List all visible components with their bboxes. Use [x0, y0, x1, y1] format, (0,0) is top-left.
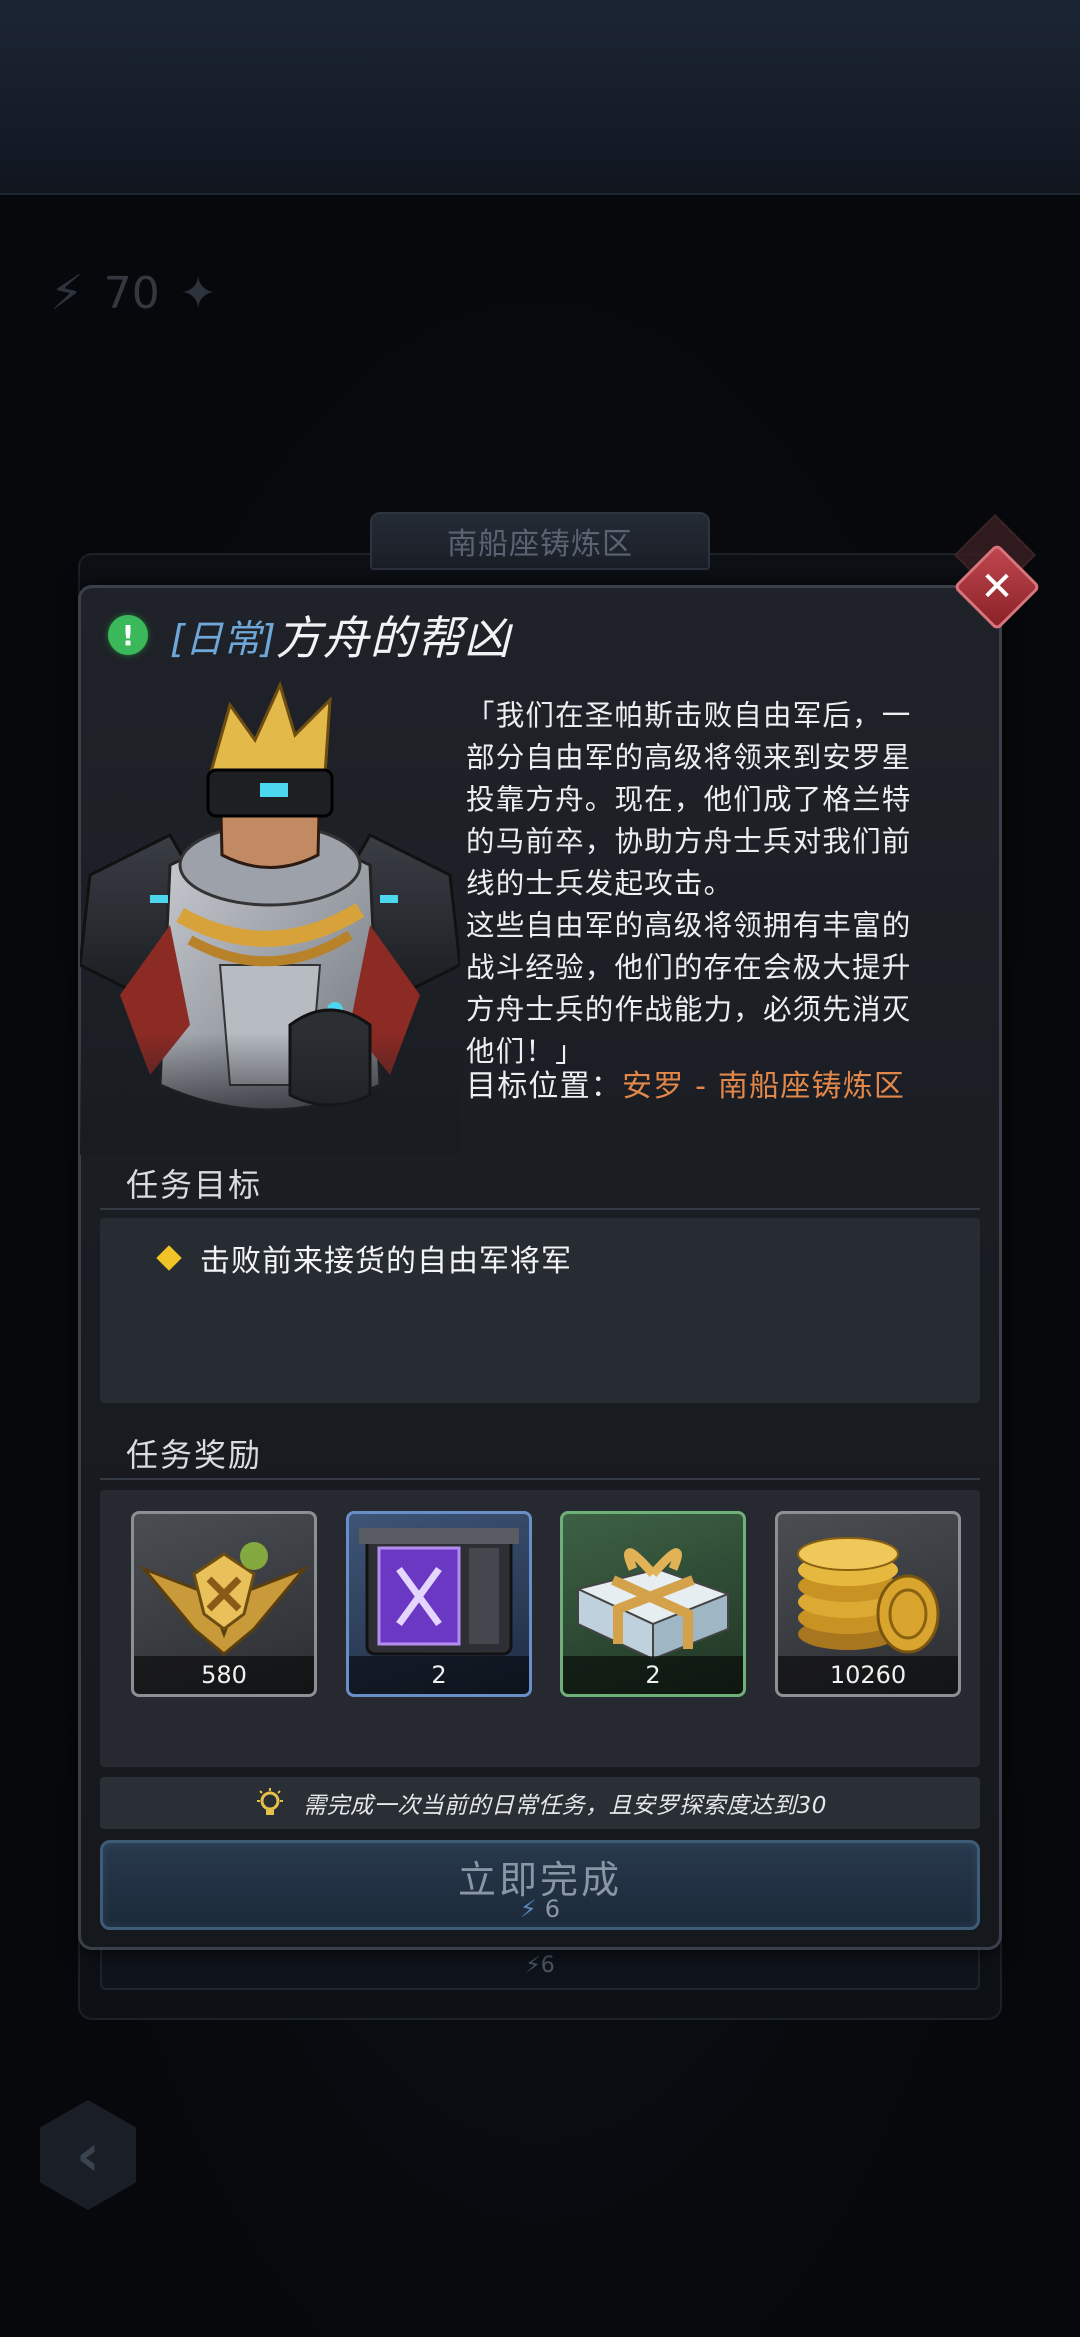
- area-tab: 南船座铸炼区: [370, 512, 710, 570]
- description-line: 的马前卒，协助方舟士兵对我们前: [466, 825, 912, 858]
- reward-item-crate[interactable]: 2: [346, 1511, 532, 1697]
- energy-icon: ⚡: [525, 1952, 541, 1978]
- description-line: 「我们在圣帕斯击败自由军后，一: [466, 699, 912, 732]
- close-icon: ✕: [980, 564, 1014, 610]
- divider: [100, 1208, 980, 1210]
- reward-item-gift[interactable]: 2: [560, 1511, 746, 1697]
- lightbulb-icon: [257, 1788, 284, 1815]
- energy-value: 70: [103, 267, 160, 319]
- hint-text: 需完成一次当前的日常任务，且安罗探索度达到30: [303, 1793, 827, 1819]
- energy-icon: ⚡: [519, 1895, 537, 1923]
- description-line: 投靠方舟。现在，他们成了格兰特: [466, 783, 912, 816]
- objectives-header: 任务目标: [126, 1166, 263, 1204]
- energy-icon: ⚡: [50, 265, 84, 321]
- top-banner-background: [0, 0, 1080, 195]
- mission-title-row: ! [日常] 方舟的帮凶: [108, 605, 511, 665]
- complete-now-button[interactable]: 立即完成 ⚡ 6: [100, 1840, 980, 1930]
- gold-coins-icon: [797, 1537, 940, 1654]
- chevron-left-icon: ‹: [76, 2121, 100, 2189]
- reward-item-badge[interactable]: 580: [131, 1511, 317, 1697]
- purple-crate-icon: [359, 1528, 519, 1656]
- divider: [100, 1478, 980, 1480]
- complete-cost-value: 6: [544, 1895, 561, 1923]
- objective-text: 击败前来接货的自由军将军: [200, 1244, 572, 1279]
- complete-cost: ⚡ 6: [103, 1895, 977, 1923]
- mission-type-tag: [日常]: [170, 616, 276, 661]
- rewards-header: 任务奖励: [126, 1436, 263, 1474]
- reward-count: 2: [563, 1656, 743, 1694]
- star-icon: ✦: [179, 267, 217, 319]
- description-line: 方舟士兵的作战能力，必须先消灭: [466, 993, 912, 1026]
- character-portrait: [80, 665, 460, 1155]
- description-line: 线的士兵发起攻击。: [466, 867, 734, 900]
- reward-count: 10260: [778, 1656, 958, 1694]
- target-value: 安罗 - 南船座铸炼区: [622, 1069, 906, 1104]
- target-label: 目标位置：: [466, 1069, 622, 1104]
- bullet-diamond-icon: [156, 1245, 182, 1271]
- target-location: 目标位置：安罗 - 南船座铸炼区: [466, 1061, 905, 1105]
- gift-box-icon: [575, 1548, 731, 1661]
- objective-item: 击败前来接货的自由军将军: [156, 1236, 572, 1280]
- description-line: 这些自由军的高级将领拥有丰富的: [466, 909, 912, 942]
- alert-icon: !: [108, 615, 148, 655]
- reward-item-coins[interactable]: 10260: [775, 1511, 961, 1697]
- reward-count: 580: [134, 1656, 314, 1694]
- background-cost-value: 6: [540, 1952, 555, 1978]
- background-energy-stat: ⚡ 70 ✦: [50, 258, 217, 328]
- requirement-hint: 需完成一次当前的日常任务，且安罗探索度达到30: [100, 1777, 980, 1829]
- description-line: 部分自由军的高级将领来到安罗星: [466, 741, 912, 774]
- gold-badge-icon: [139, 1542, 309, 1656]
- mission-title: 方舟的帮凶: [275, 611, 511, 665]
- description-line: 战斗经验，他们的存在会极大提升: [466, 951, 912, 984]
- mission-description: 「我们在圣帕斯击败自由军后，一 部分自由军的高级将领来到安罗星 投靠方舟。现在，…: [466, 695, 996, 1073]
- reward-count: 2: [349, 1656, 529, 1694]
